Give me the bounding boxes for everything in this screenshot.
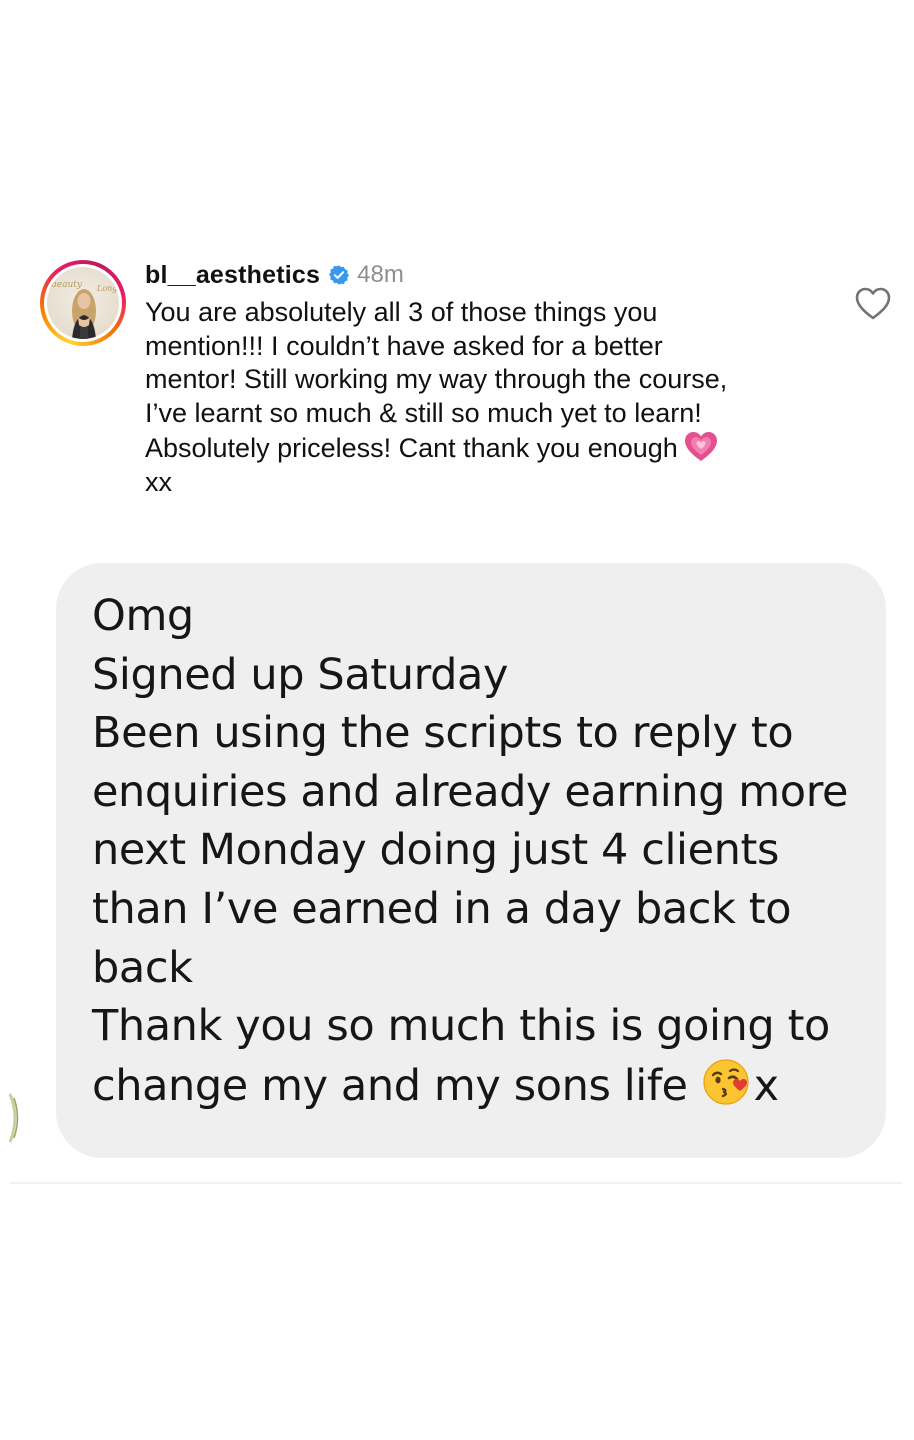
- like-button[interactable]: [854, 286, 892, 322]
- story-ring[interactable]: beauty Long: [40, 260, 126, 346]
- avatar-photo-icon: beauty Long: [51, 280, 117, 339]
- comment-timestamp: 48m: [357, 261, 404, 288]
- kissing-face-icon: [702, 1056, 754, 1108]
- message-line: back: [92, 942, 193, 993]
- comment-line: I’ve learnt so much & still so much yet …: [145, 398, 702, 429]
- message-line: Been using the scripts to reply to: [92, 708, 794, 759]
- comment-body: bl__aesthetics 48m You are absolutely al…: [145, 258, 835, 499]
- comment-header: bl__aesthetics 48m: [145, 258, 835, 292]
- growing-heart-icon: [684, 431, 718, 463]
- message-line: Signed up Saturday: [92, 649, 508, 700]
- comment-line: mention!!! I couldn’t have asked for a b…: [145, 330, 663, 361]
- divider: [10, 1182, 902, 1184]
- message-line: Omg: [92, 591, 194, 641]
- comment-line: mentor! Still working my way through the…: [145, 364, 728, 395]
- message-line: next Monday doing just 4 clients: [92, 825, 779, 876]
- verified-badge-icon: [328, 264, 350, 286]
- message-last-line: change my and my sons life x: [92, 1056, 872, 1116]
- svg-text:beauty: beauty: [51, 280, 83, 290]
- comment-text: You are absolutely all 3 of those things…: [145, 296, 835, 499]
- message-line: Thank you so much this is going to: [92, 1001, 830, 1052]
- message-line-text: change my and my sons life: [92, 1060, 688, 1111]
- svg-text:Long: Long: [96, 284, 117, 293]
- message-bubble: Omg Signed up Saturday Been using the sc…: [56, 563, 886, 1158]
- username-link[interactable]: bl__aesthetics: [145, 261, 320, 290]
- message-line-suffix: x: [753, 1060, 779, 1111]
- cropped-avatar-edge: [8, 1092, 22, 1144]
- avatar-gap: beauty Long: [44, 264, 122, 342]
- message-text: Omg Signed up Saturday Been using the sc…: [92, 587, 872, 1115]
- comment: beauty Long bl__aesthetics 48m You are a…: [0, 250, 914, 510]
- comment-line: Absolutely priceless! Cant thank you eno…: [145, 432, 678, 463]
- comment-line: You are absolutely all 3 of those things…: [145, 297, 658, 327]
- avatar[interactable]: beauty Long: [47, 267, 119, 339]
- message-line: enquiries and already earning more: [92, 766, 849, 817]
- heart-outline-icon: [855, 287, 891, 320]
- comment-line: xx: [145, 466, 172, 497]
- message-line: than I’ve earned in a day back to: [92, 883, 792, 934]
